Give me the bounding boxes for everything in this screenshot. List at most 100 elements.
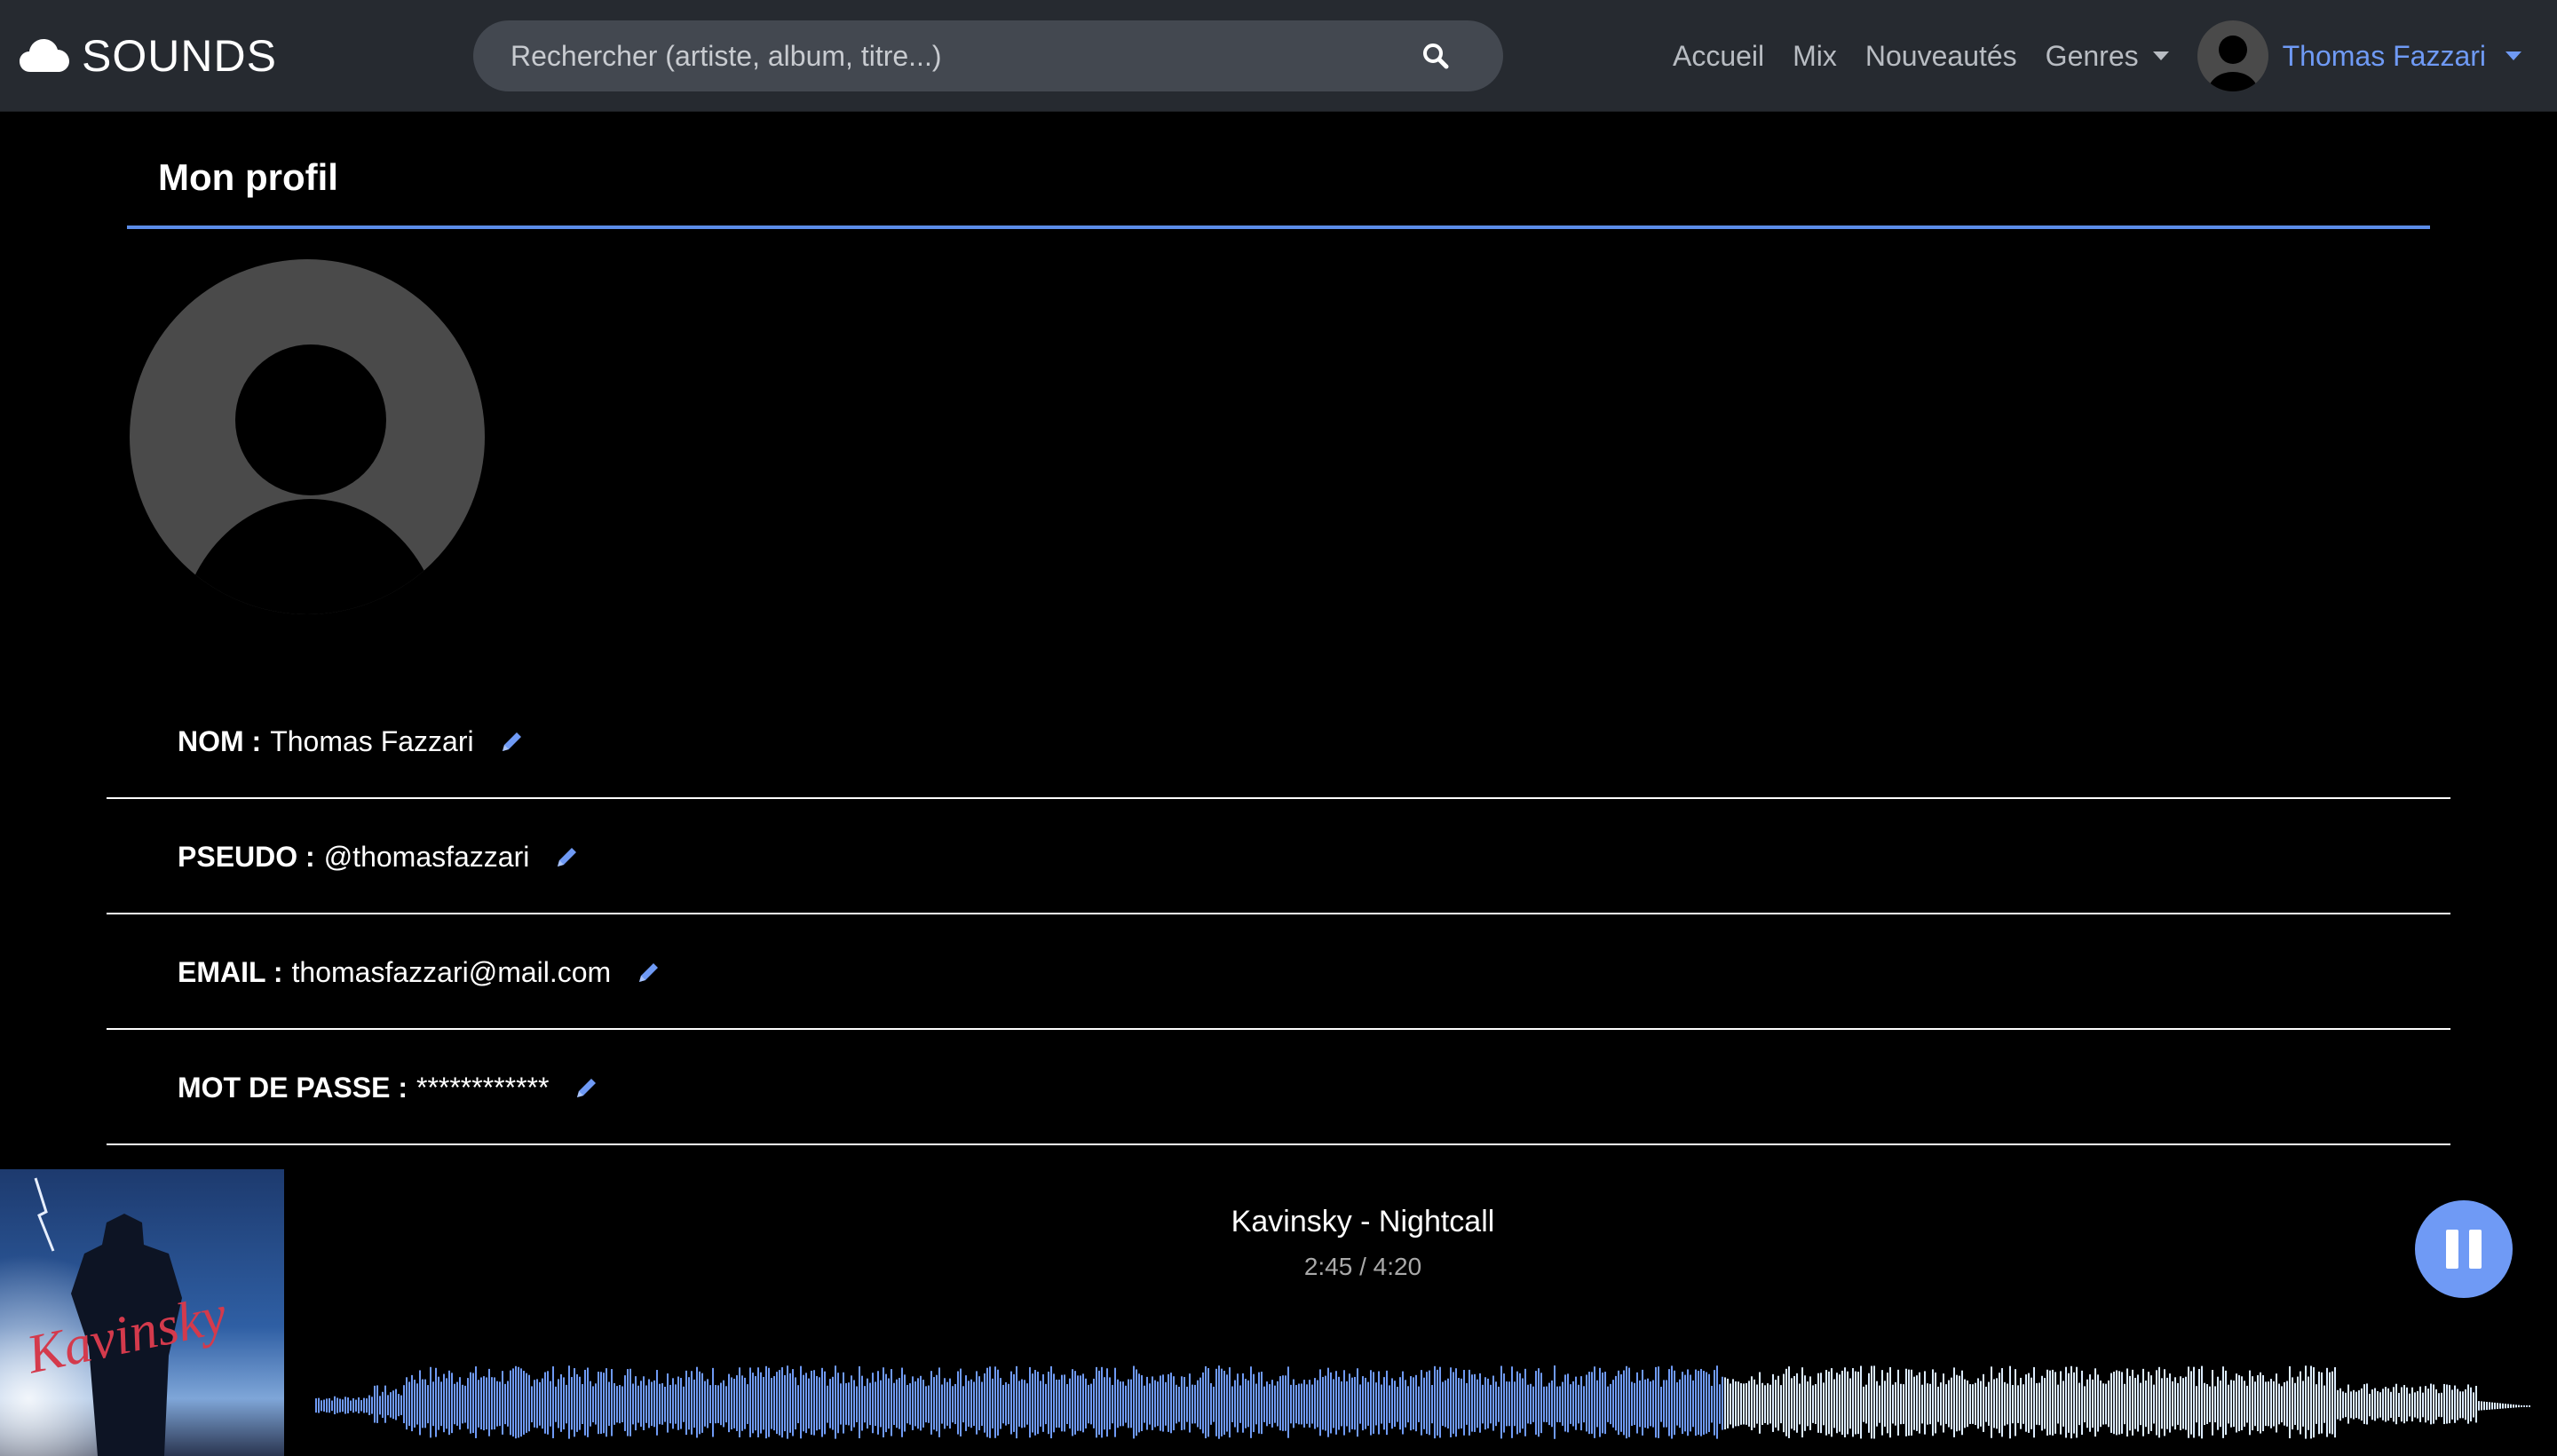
waveform-bar [2297, 1376, 2299, 1430]
waveform-bar [2070, 1365, 2072, 1439]
search-icon [1423, 44, 1449, 69]
waveform-bar [741, 1375, 743, 1431]
edit-password-button[interactable] [574, 1074, 600, 1101]
waveform-bar [1511, 1366, 1513, 1438]
waveform-bar [731, 1377, 732, 1430]
profile-field-username: PSEUDO : @thomasfazzari [107, 799, 2450, 914]
waveform-bar [1309, 1380, 1310, 1428]
waveform-bar [1999, 1373, 2000, 1434]
waveform-bar [1913, 1376, 1915, 1430]
waveform-bar [2518, 1405, 2520, 1408]
waveform-bar [1932, 1369, 1934, 1436]
waveform-bar [2414, 1392, 2416, 1418]
waveform-bar [2454, 1385, 2456, 1423]
field-label: EMAIL : [178, 955, 283, 988]
waveform-bar [515, 1365, 517, 1439]
waveform-bar [1468, 1369, 1470, 1436]
waveform-bar [392, 1390, 394, 1420]
waveform-bar [805, 1373, 807, 1434]
waveform-bar [2451, 1389, 2453, 1420]
waveform-bar [2467, 1384, 2469, 1424]
waveform-bar [2156, 1370, 2157, 1436]
waveform-bar [456, 1381, 458, 1426]
waveform-bar [360, 1400, 362, 1412]
waveform-bar [970, 1379, 972, 1428]
waveform-bar [1050, 1365, 1052, 1439]
waveform-bar [1751, 1376, 1753, 1430]
waveform-bar [973, 1381, 975, 1427]
waveform-bar [1756, 1384, 1758, 1424]
waveform-bar [909, 1383, 911, 1425]
edit-email-button[interactable] [636, 959, 662, 985]
waveform-bar [715, 1385, 716, 1424]
waveform-bar [749, 1367, 751, 1437]
waveform-bar [1231, 1386, 1233, 1422]
user-menu-dropdown[interactable]: Thomas Fazzari [2197, 20, 2521, 91]
edit-username-button[interactable] [554, 843, 581, 870]
waveform-bar [1450, 1367, 1452, 1437]
waveform-bar [528, 1374, 530, 1432]
nav-news-link[interactable]: Nouveautés [1865, 40, 2017, 73]
waveform-bar [1463, 1370, 1465, 1436]
waveform-bar [1660, 1386, 1662, 1422]
waveform-bar [2137, 1374, 2139, 1432]
waveform-bar [701, 1373, 703, 1433]
waveform-bar [2417, 1390, 2418, 1419]
nav-genres-dropdown[interactable]: Genres [2046, 40, 2169, 73]
waveform-bar [539, 1381, 541, 1426]
waveform-seekbar[interactable] [315, 1333, 2530, 1456]
waveform-bar [576, 1373, 578, 1432]
waveform-bar [1069, 1378, 1071, 1429]
waveform-bar [2521, 1405, 2522, 1407]
pause-button[interactable] [2415, 1200, 2513, 1298]
waveform-bar [2142, 1368, 2144, 1436]
waveform-bar [883, 1367, 884, 1438]
waveform-bar [2254, 1381, 2256, 1427]
waveform-bar [1993, 1379, 1995, 1428]
search-input[interactable] [509, 20, 1397, 91]
waveform-bar [1546, 1386, 1548, 1422]
waveform-bar [1684, 1374, 1686, 1432]
waveform-bar [2435, 1389, 2437, 1420]
waveform-bar [443, 1373, 445, 1433]
edit-name-button[interactable] [499, 728, 526, 755]
waveform-bar [1274, 1385, 1276, 1423]
waveform-bar [1746, 1382, 1747, 1425]
search-button[interactable] [1418, 38, 1453, 74]
brand-logo[interactable]: SOUNDS [20, 23, 277, 89]
waveform-bar [960, 1368, 962, 1436]
waveform-bar [331, 1400, 333, 1412]
waveform-bar [1527, 1384, 1529, 1424]
waveform-bar [2462, 1391, 2464, 1419]
waveform-bar [651, 1381, 653, 1427]
nav-home-link[interactable]: Accueil [1673, 40, 1764, 73]
waveform-bar [1911, 1369, 1912, 1436]
waveform-bar [523, 1371, 525, 1435]
waveform-bar [1620, 1374, 1622, 1432]
waveform-bar [1753, 1379, 1755, 1428]
waveform-bar [2430, 1383, 2432, 1425]
waveform-bar [1668, 1369, 1670, 1436]
waveform-bar [1943, 1373, 1944, 1433]
waveform-bar [1338, 1376, 1340, 1430]
waveform-bar [917, 1378, 919, 1429]
waveform-bar [1519, 1373, 1521, 1433]
waveform-bar [2395, 1383, 2397, 1425]
waveform-bar [1839, 1374, 1841, 1432]
waveform-bar [486, 1377, 487, 1430]
waveform-bar [2174, 1377, 2176, 1430]
waveform-bar [1141, 1375, 1143, 1431]
waveform-bar [2196, 1386, 2197, 1423]
waveform-bar [1157, 1381, 1159, 1427]
waveform-bar [1453, 1372, 1454, 1434]
waveform-bar [1056, 1379, 1057, 1428]
waveform-bar [2337, 1389, 2339, 1420]
nav-mix-link[interactable]: Mix [1793, 40, 1837, 73]
waveform-bar [2015, 1369, 2016, 1436]
waveform-bar [2113, 1371, 2115, 1435]
waveform-bar [488, 1368, 490, 1436]
waveform-bar [2427, 1389, 2429, 1420]
waveform-bar [925, 1386, 927, 1423]
waveform-bar [1136, 1369, 1137, 1436]
waveform-bar [1215, 1368, 1217, 1436]
